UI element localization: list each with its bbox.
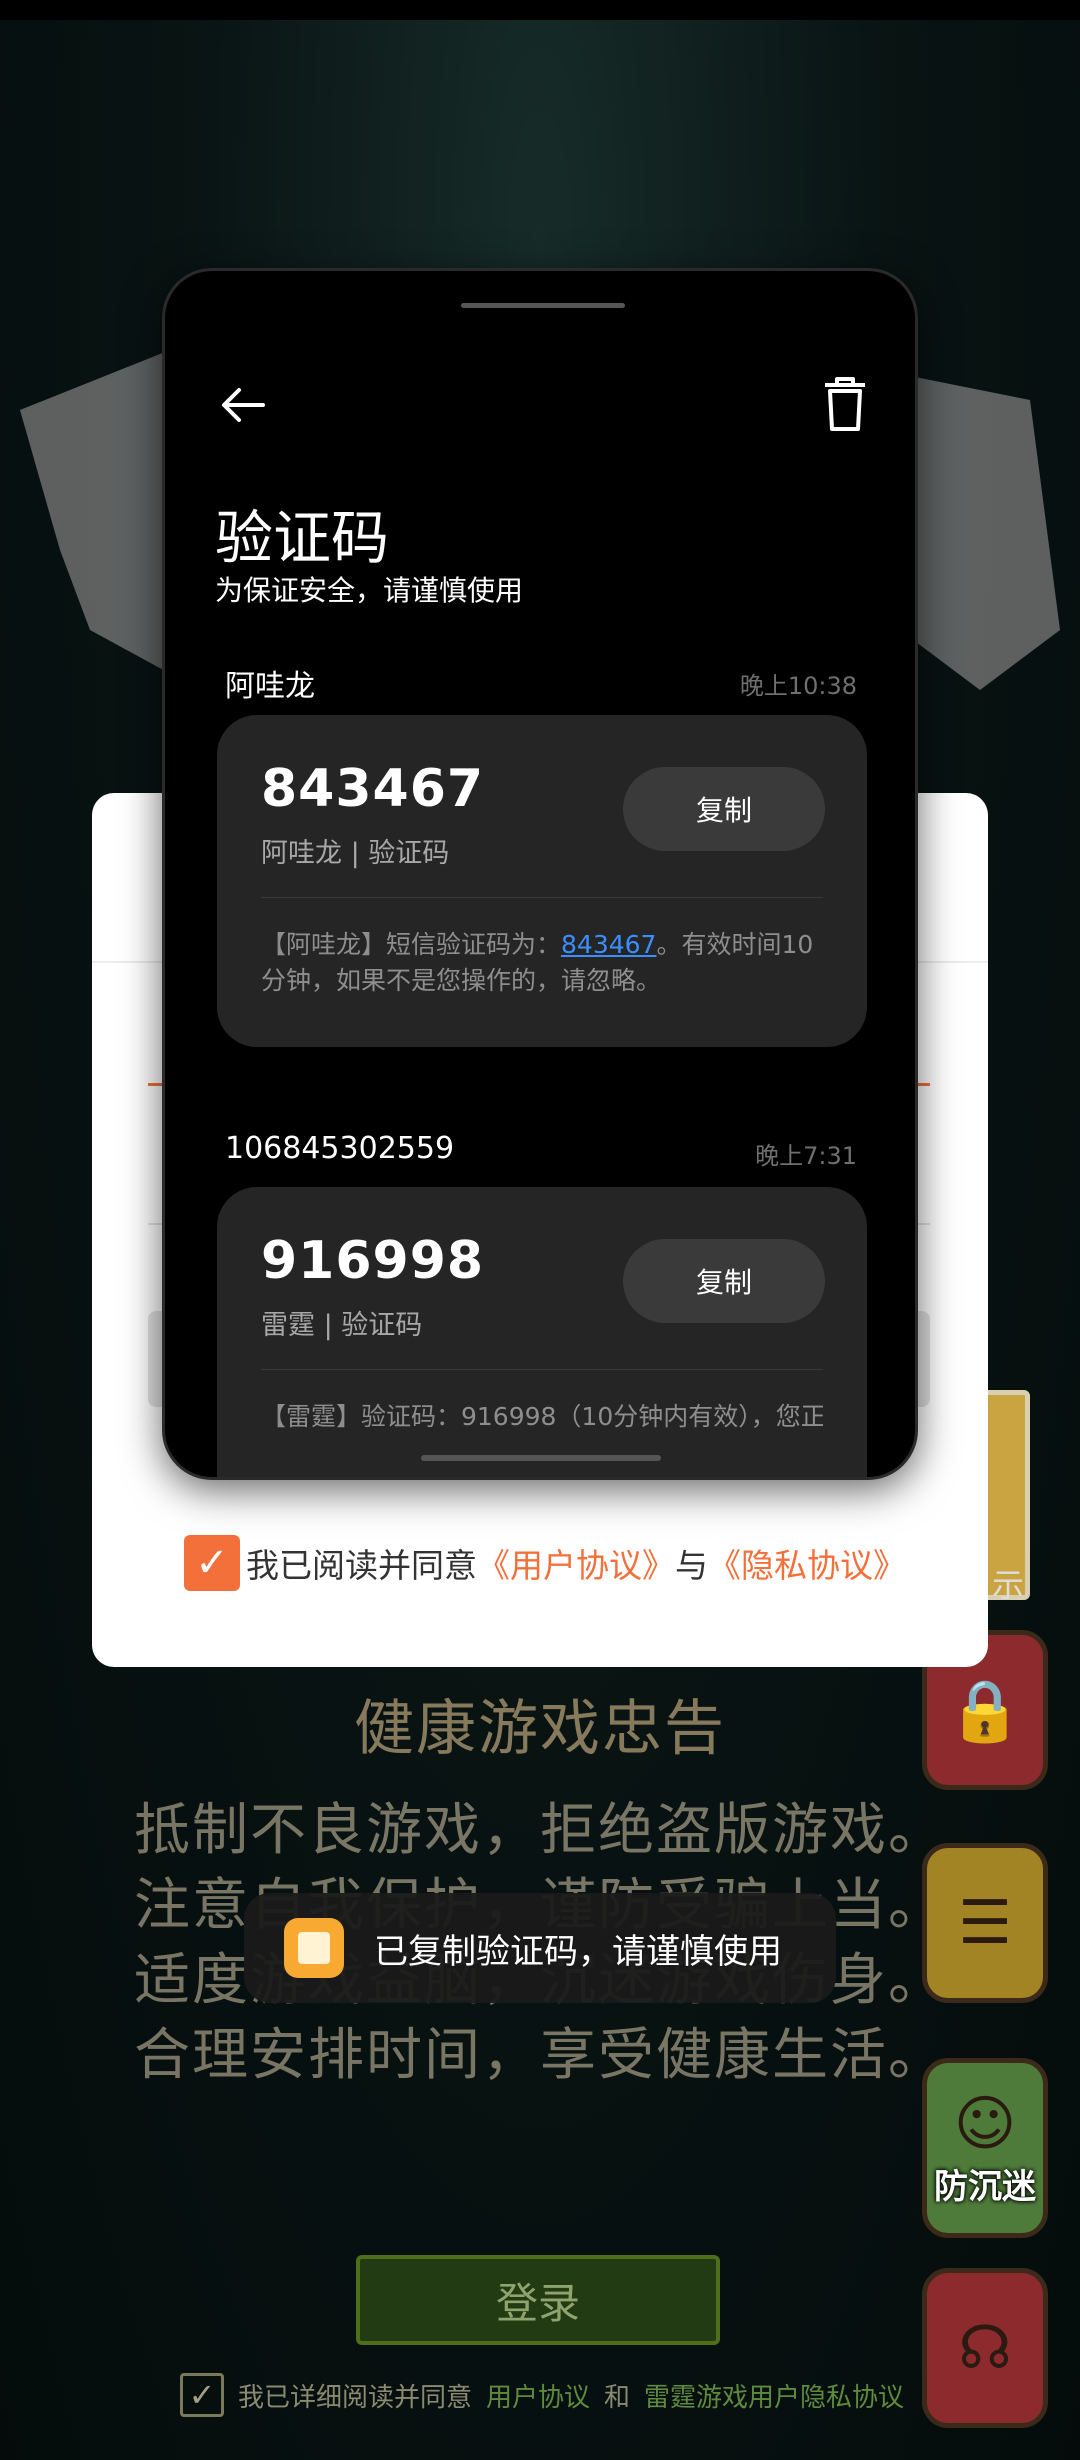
user-agreement-link[interactable]: 《用户协议》 — [477, 1539, 675, 1587]
back-arrow-icon[interactable] — [213, 375, 273, 435]
message-time: 晚上7:31 — [755, 1142, 857, 1170]
verification-code: 916998 — [261, 1231, 485, 1291]
child-face-icon: ☺ — [953, 2088, 1017, 2159]
toast-text: 已复制验证码，请谨慎使用 — [374, 1931, 782, 1972]
login-agreement-row: ✓ 我已阅读并同意 《用户协议》与《隐私协议》 — [184, 1533, 906, 1593]
agree-text: 我已阅读并同意 — [246, 1546, 477, 1585]
agree-and: 与 — [675, 1546, 708, 1585]
game-agreement-row: ✓ 我已详细阅读并同意 用户协议和雷霆游戏用户隐私协议 — [180, 2365, 904, 2425]
card-divider — [261, 897, 823, 898]
notice-line: 抵制不良游戏，拒绝盗版游戏。 — [134, 1798, 946, 1863]
message-body: 【雷霆】验证码：916998（10分钟内有效），您正 — [261, 1402, 823, 1431]
notes-app-icon — [284, 1918, 344, 1978]
anti-addiction-label: 防沉迷 — [934, 2166, 1036, 2207]
message-body: 【阿哇龙】短信验证码为：843467。有效时间10分钟，如果不是您操作的，请忽略… — [261, 927, 823, 999]
sms-title: 验证码 — [215, 504, 390, 572]
message-code-link[interactable]: 843467 — [561, 930, 656, 959]
game-agree-and: 和 — [604, 2382, 631, 2413]
copy-button[interactable]: 复制 — [623, 767, 825, 851]
message-time: 晚上10:38 — [739, 672, 857, 700]
side-partial-label: 示 — [991, 1566, 1024, 1604]
game-login-button[interactable]: 登录 — [356, 2255, 720, 2345]
privacy-agreement-link[interactable]: 《隐私协议》 — [708, 1539, 906, 1587]
code-source: 雷霆 | 验证码 — [261, 1310, 423, 1341]
status-bar — [0, 0, 1080, 20]
headset-icon: ☊ — [958, 2313, 1012, 2383]
notice-board-button[interactable]: ☰ — [922, 1843, 1048, 2003]
message-card: 916998 雷霆 | 验证码 复制 【雷霆】验证码：916998（10分钟内有… — [217, 1187, 867, 1477]
sms-code-popup: 验证码 为保证安全，请谨慎使用 阿哇龙 晚上10:38 843467 阿哇龙 |… — [162, 268, 918, 1480]
code-source: 阿哇龙 | 验证码 — [261, 838, 450, 869]
game-user-agreement-link[interactable]: 用户协议 — [486, 2377, 590, 2414]
drag-handle[interactable] — [461, 303, 625, 308]
message-sender: 106845302559 — [225, 1131, 455, 1166]
message-sender: 阿哇龙 — [225, 669, 315, 704]
card-divider — [261, 1369, 823, 1370]
lock-icon: 🔒 — [947, 1675, 1023, 1746]
customer-service-button[interactable]: ☊ — [922, 2268, 1048, 2428]
notice-line: 合理安排时间，享受健康生活。 — [134, 2023, 946, 2088]
game-agree-text: 我已详细阅读并同意 — [238, 2382, 473, 2413]
game-agree-checkbox[interactable]: ✓ — [180, 2373, 224, 2417]
notice-title: 健康游戏忠告 — [354, 1694, 726, 1764]
agree-checkbox[interactable]: ✓ — [184, 1535, 240, 1591]
copy-button[interactable]: 复制 — [623, 1239, 825, 1323]
home-indicator — [421, 1455, 661, 1461]
sms-subtitle: 为保证安全，请谨慎使用 — [215, 574, 524, 607]
message-card: 843467 阿哇龙 | 验证码 复制 【阿哇龙】短信验证码为：843467。有… — [217, 715, 867, 1047]
message-body-prefix: 【阿哇龙】短信验证码为： — [261, 930, 562, 959]
verification-code: 843467 — [261, 759, 485, 819]
copied-toast: 已复制验证码，请谨慎使用 — [244, 1893, 836, 2003]
anti-addiction-button[interactable]: ☺ 防沉迷 — [922, 2058, 1048, 2238]
game-privacy-link[interactable]: 雷霆游戏用户隐私协议 — [644, 2377, 904, 2414]
document-icon: ☰ — [958, 1888, 1012, 1958]
trash-icon[interactable] — [815, 371, 875, 435]
